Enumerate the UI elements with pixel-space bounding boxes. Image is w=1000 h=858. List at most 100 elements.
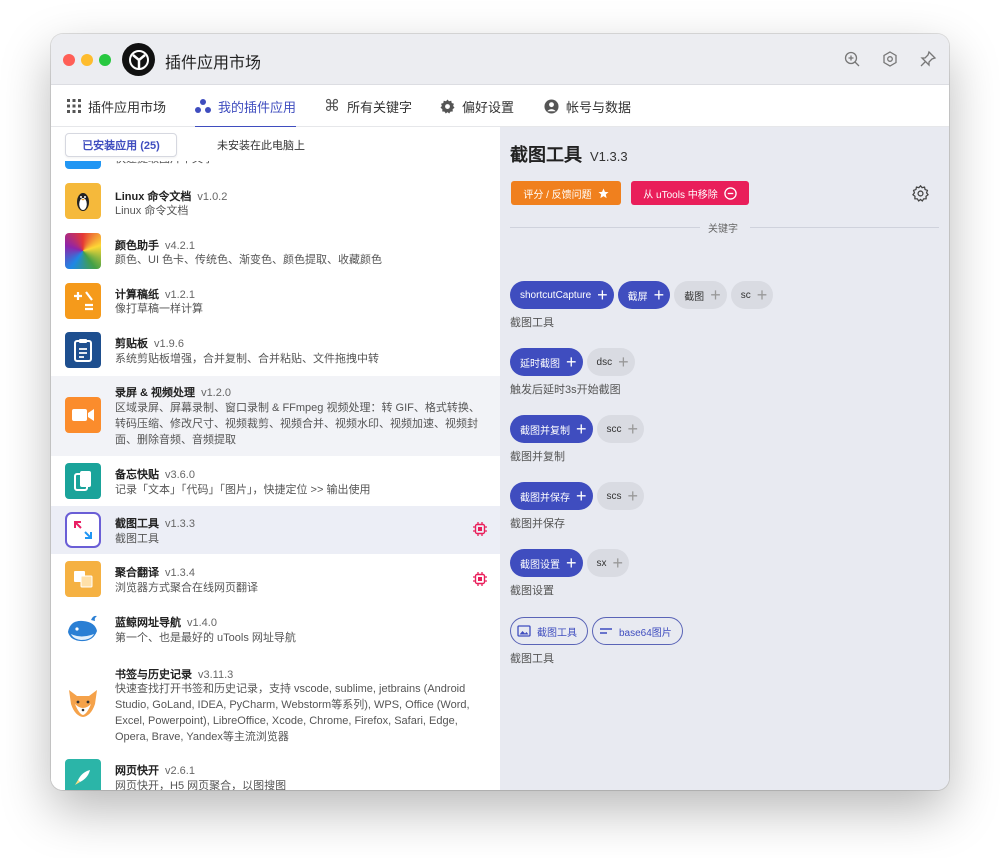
calculator-icon: [65, 283, 101, 319]
keyword-chip-text[interactable]: base64图片: [592, 617, 683, 645]
color-wheel-icon: [65, 233, 101, 269]
search-zoom-icon[interactable]: [842, 49, 862, 69]
screenshot-icon: [65, 512, 101, 548]
plugin-name: 录屏 & 视频处理 v1.2.0: [115, 387, 232, 399]
list-item[interactable]: Linux 命令文档 v1.0.2 Linux 命令文档: [51, 178, 500, 227]
pin-icon[interactable]: [918, 49, 938, 69]
plus-icon: +: [618, 352, 629, 372]
minimize-window-button[interactable]: [81, 54, 93, 66]
grid-icon: [67, 99, 81, 113]
plugin-name: 书签与历史记录 v3.11.3: [115, 669, 234, 681]
app-logo-icon: [122, 43, 155, 76]
plugin-settings-gear-icon[interactable]: [912, 184, 930, 203]
tab-account-data[interactable]: 帐号与数据: [544, 85, 631, 127]
tab-my-plugins[interactable]: 我的插件应用: [195, 85, 297, 128]
list-item[interactable]: 备忘快贴 v3.6.0 记录「文本」「代码」「图片」，快捷定位 >> 输出使用: [51, 456, 500, 506]
list-item-selected[interactable]: 截图工具 v1.3.3 截图工具: [51, 506, 500, 554]
feature-desc: 截图设置: [510, 585, 554, 597]
feature-desc: 触发后延时3s开始截图: [510, 384, 621, 396]
plus-icon: +: [566, 352, 577, 372]
plus-icon: +: [576, 486, 587, 506]
developer-chip-icon: [472, 521, 488, 537]
tab-label: 偏好设置: [462, 99, 515, 115]
tab-label: 插件应用市场: [88, 99, 167, 115]
plugin-desc: 浏览器方式聚合在线网页翻译: [115, 582, 258, 594]
list-item[interactable]: 剪贴板 v1.9.6 系统剪贴板增强，合并复制、合并粘贴、文件拖拽中转: [51, 326, 500, 376]
plugin-desc: 系统剪贴板增强，合并复制、合并粘贴、文件拖拽中转: [115, 353, 379, 365]
tab-preferences[interactable]: 偏好设置: [440, 85, 514, 127]
tab-installed[interactable]: 已安装应用 (25): [65, 133, 177, 157]
list-item[interactable]: 书签与历史记录 v3.11.3 快速查找打开书签和历史记录，支持 vscode, …: [51, 654, 500, 752]
plugin-desc: 记录「文本」「代码」「图片」，快捷定位 >> 输出使用: [115, 484, 371, 496]
feature-desc: 截图并保存: [510, 518, 565, 530]
list-item[interactable]: 网页快开 v2.6.1 网页快开，H5 网页聚合，以图搜图: [51, 752, 500, 790]
plugin-desc: 第一个、也是最好的 uTools 网址导航: [115, 632, 296, 644]
developer-chip-icon: [472, 571, 488, 587]
minus-circle-icon: [724, 186, 737, 200]
blue-whale-icon: [65, 611, 101, 647]
keyword-chip[interactable]: scs +: [596, 482, 645, 510]
plugin-name: 截图工具 v1.3.3: [115, 518, 195, 530]
maximize-window-button[interactable]: [99, 54, 111, 66]
close-window-button[interactable]: [63, 54, 75, 66]
plus-icon: +: [566, 553, 577, 573]
tab-all-keywords[interactable]: ⌘ 所有关键字: [324, 85, 412, 127]
user-icon: [544, 98, 559, 114]
window-title: 插件应用市场: [165, 55, 262, 72]
keyword-chip[interactable]: 延时截图 +: [510, 348, 583, 376]
keyword-chip[interactable]: 截屏 +: [617, 281, 671, 309]
keyword-chip[interactable]: 截图 +: [674, 281, 727, 309]
keyword-chip[interactable]: shortcutCapture +: [510, 281, 614, 309]
tab-not-installed[interactable]: 未安装在此电脑上: [201, 133, 321, 157]
gear-icon: [440, 98, 455, 114]
keyword-row: 延时截图 + dsc +: [510, 348, 635, 376]
list-item[interactable]: 计算稿纸 v1.2.1 像打草稿一样计算: [51, 277, 500, 326]
plus-icon: +: [612, 553, 624, 573]
plugins-icon: [195, 99, 211, 113]
plugin-name: 计算稿纸 v1.2.1: [115, 289, 195, 301]
plugin-name: 蓝鲸网址导航 v1.4.0: [115, 617, 217, 629]
settings-hex-icon[interactable]: [880, 49, 900, 69]
keyword-chip[interactable]: sx +: [586, 549, 630, 577]
plugin-list-pane: 快速提取图片中文字 Linux 命令文档v1.0.2 Linux 命令文档 颜色…: [51, 127, 500, 790]
list-item[interactable]: 聚合翻译 v1.3.4 浏览器方式聚合在线网页翻译: [51, 554, 500, 604]
main-nav: 插件应用市场 我的插件应用 ⌘ 所有关键字 偏好设置 帐号与数据: [51, 85, 949, 128]
keyword-chip[interactable]: sc +: [730, 281, 774, 309]
keyword-chip[interactable]: scc +: [596, 415, 645, 443]
plugin-name: 剪贴板 v1.9.6: [115, 338, 184, 350]
keyword-chip[interactable]: 截图并保存 +: [510, 482, 593, 510]
plus-icon: +: [756, 285, 768, 305]
sticky-paste-icon: [65, 463, 101, 499]
plugin-desc: Linux 命令文档: [115, 205, 189, 217]
tab-label: 我的插件应用: [218, 99, 297, 115]
feature-desc: 截图工具: [510, 653, 554, 665]
keyword-row: shortcutCapture + 截屏 + 截图 + sc +: [510, 281, 774, 309]
plugin-desc: 颜色、UI 色卡、传统色、渐变色、颜色提取、收藏颜色: [115, 254, 383, 266]
tab-label: 帐号与数据: [566, 99, 632, 115]
plus-icon: +: [597, 285, 608, 305]
translate-icon: [65, 561, 101, 597]
keyword-chip[interactable]: dsc +: [586, 348, 635, 376]
list-item[interactable]: 录屏 & 视频处理 v1.2.0 区域录屏、屏幕录制、窗口录制 & FFmpeg …: [51, 376, 500, 456]
keyword-chip[interactable]: 截图设置 +: [510, 549, 583, 577]
plugin-desc: 像打草稿一样计算: [115, 303, 203, 315]
plugin-detail-pane: 截图工具 V1.3.3 评分 / 反馈问题 从 uTools 中移除 关键字 sh…: [500, 127, 949, 790]
plugin-desc: 网页快开，H5 网页聚合，以图搜图: [115, 780, 287, 790]
keyword-row: 截图并复制 + scc +: [510, 415, 645, 443]
keyword-chip-image[interactable]: 截图工具: [510, 617, 588, 645]
plugin-desc: 截图工具: [115, 533, 159, 545]
list-item[interactable]: 蓝鲸网址导航 v1.4.0 第一个、也是最好的 uTools 网址导航: [51, 604, 500, 654]
keywords-divider: 关键字: [510, 224, 939, 235]
linux-penguin-icon: [65, 183, 101, 219]
tab-plugin-market[interactable]: 插件应用市场: [67, 85, 166, 127]
clipboard-icon: [65, 332, 101, 368]
feature-desc: 截图工具: [510, 317, 554, 329]
keyword-row: 截图工具 base64图片: [510, 617, 683, 645]
app-window: 插件应用市场 插件应用市场 我的插件应用 ⌘ 所有关键字 偏好设置 帐号与数据 …: [51, 34, 949, 790]
feedback-button[interactable]: 评分 / 反馈问题: [511, 181, 621, 205]
remove-plugin-button[interactable]: 从 uTools 中移除: [631, 181, 749, 205]
keyword-chip[interactable]: 截图并复制 +: [510, 415, 593, 443]
text-lines-icon: [600, 628, 612, 634]
list-item[interactable]: 颜色助手 v4.2.1 颜色、UI 色卡、传统色、渐变色、颜色提取、收藏颜色: [51, 227, 500, 277]
fox-icon: [65, 684, 101, 720]
